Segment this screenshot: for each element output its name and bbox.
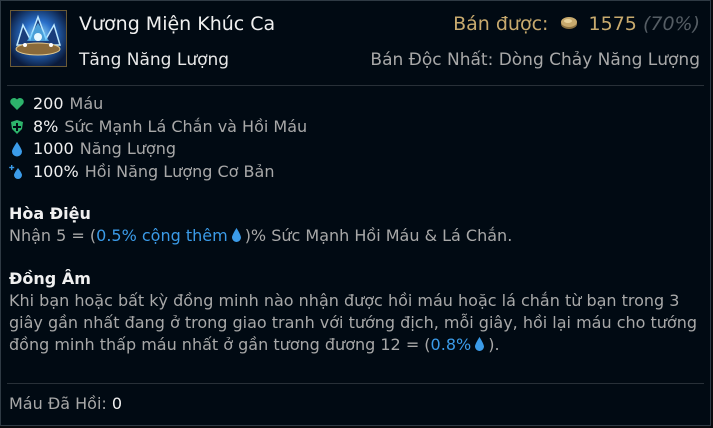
- item-tooltip: Vương Miện Khúc Ca Tăng Năng Lượng Bán đ…: [0, 0, 711, 426]
- sell-value: 1575: [588, 13, 637, 35]
- sell-label: Bán được:: [453, 13, 549, 35]
- passive-text-suffix: )% Sức Mạnh Hồi Máu & Lá Chắn.: [244, 226, 513, 245]
- stat-row: 8% Sức Mạnh Lá Chắn và Hồi Máu: [9, 116, 307, 139]
- stat-value: 100%: [33, 161, 79, 181]
- footer-label: Máu Đã Hồi:: [9, 394, 107, 413]
- crown-icon: [11, 11, 66, 66]
- passive-text-scaling: 0.5% cộng thêm: [96, 226, 228, 245]
- stat-value: 8%: [33, 116, 59, 136]
- stat-row: 100% Hồi Năng Lượng Cơ Bản: [9, 161, 307, 184]
- stat-name: Sức Mạnh Lá Chắn và Hồi Máu: [64, 116, 308, 136]
- passive-text: Nhận 5 = (0.5% cộng thêm )% Sức Mạnh Hồi …: [9, 225, 699, 247]
- unique-label: Bán Độc Nhất: Dòng Chảy Năng Lượng: [370, 50, 700, 70]
- stat-name: Máu: [69, 94, 104, 113]
- passive-title: Hòa Điệu: [9, 204, 91, 223]
- stat-value: 200: [33, 94, 64, 113]
- passive-text: Khi bạn hoặc bất kỳ đồng minh nào nhận đ…: [9, 290, 699, 356]
- sell-percent: (70%): [642, 13, 700, 35]
- sell-info: Bán được: 1575 (70%): [453, 13, 700, 35]
- item-name: Vương Miện Khúc Ca: [79, 13, 276, 35]
- item-icon: [10, 10, 67, 67]
- passive-resonance: Đồng Âm Khi bạn hoặc bất kỳ đồng minh nà…: [9, 268, 699, 356]
- stat-value: 1000: [33, 139, 74, 158]
- stat-name: Năng Lượng: [79, 139, 177, 158]
- passive-text-main: Khi bạn hoặc bất kỳ đồng minh nào nhận đ…: [9, 291, 697, 354]
- passive-text-prefix: Nhận 5 = (: [9, 226, 97, 245]
- mana-drop-icon: [12, 142, 22, 157]
- passive-title: Đồng Âm: [9, 269, 91, 288]
- healing-done: Máu Đã Hồi: 0: [9, 394, 122, 413]
- passive-text-scaling: 0.8%: [430, 335, 472, 354]
- stat-row: 1000 Năng Lượng: [9, 138, 307, 161]
- item-subtitle: Tăng Năng Lượng: [79, 50, 230, 70]
- stat-name: Hồi Năng Lượng Cơ Bản: [84, 161, 275, 181]
- divider: [7, 383, 704, 384]
- stats-list: 200 Máu 8% Sức Mạnh Lá Chắn và Hồi Máu 1…: [9, 93, 307, 183]
- mana-drop-icon: [475, 337, 485, 351]
- stat-row: 200 Máu: [9, 93, 307, 116]
- divider: [7, 85, 704, 86]
- mana-drop-icon: [231, 228, 241, 242]
- footer-value: 0: [111, 394, 123, 413]
- heart-icon: [10, 98, 24, 111]
- heal-shield-icon: [11, 119, 23, 134]
- mana-regen-icon: [9, 164, 22, 179]
- gold-coin-icon: [561, 17, 578, 29]
- passive-harmony: Hòa Điệu Nhận 5 = (0.5% cộng thêm )% Sức …: [9, 203, 699, 247]
- passive-text-end: ).: [488, 335, 500, 354]
